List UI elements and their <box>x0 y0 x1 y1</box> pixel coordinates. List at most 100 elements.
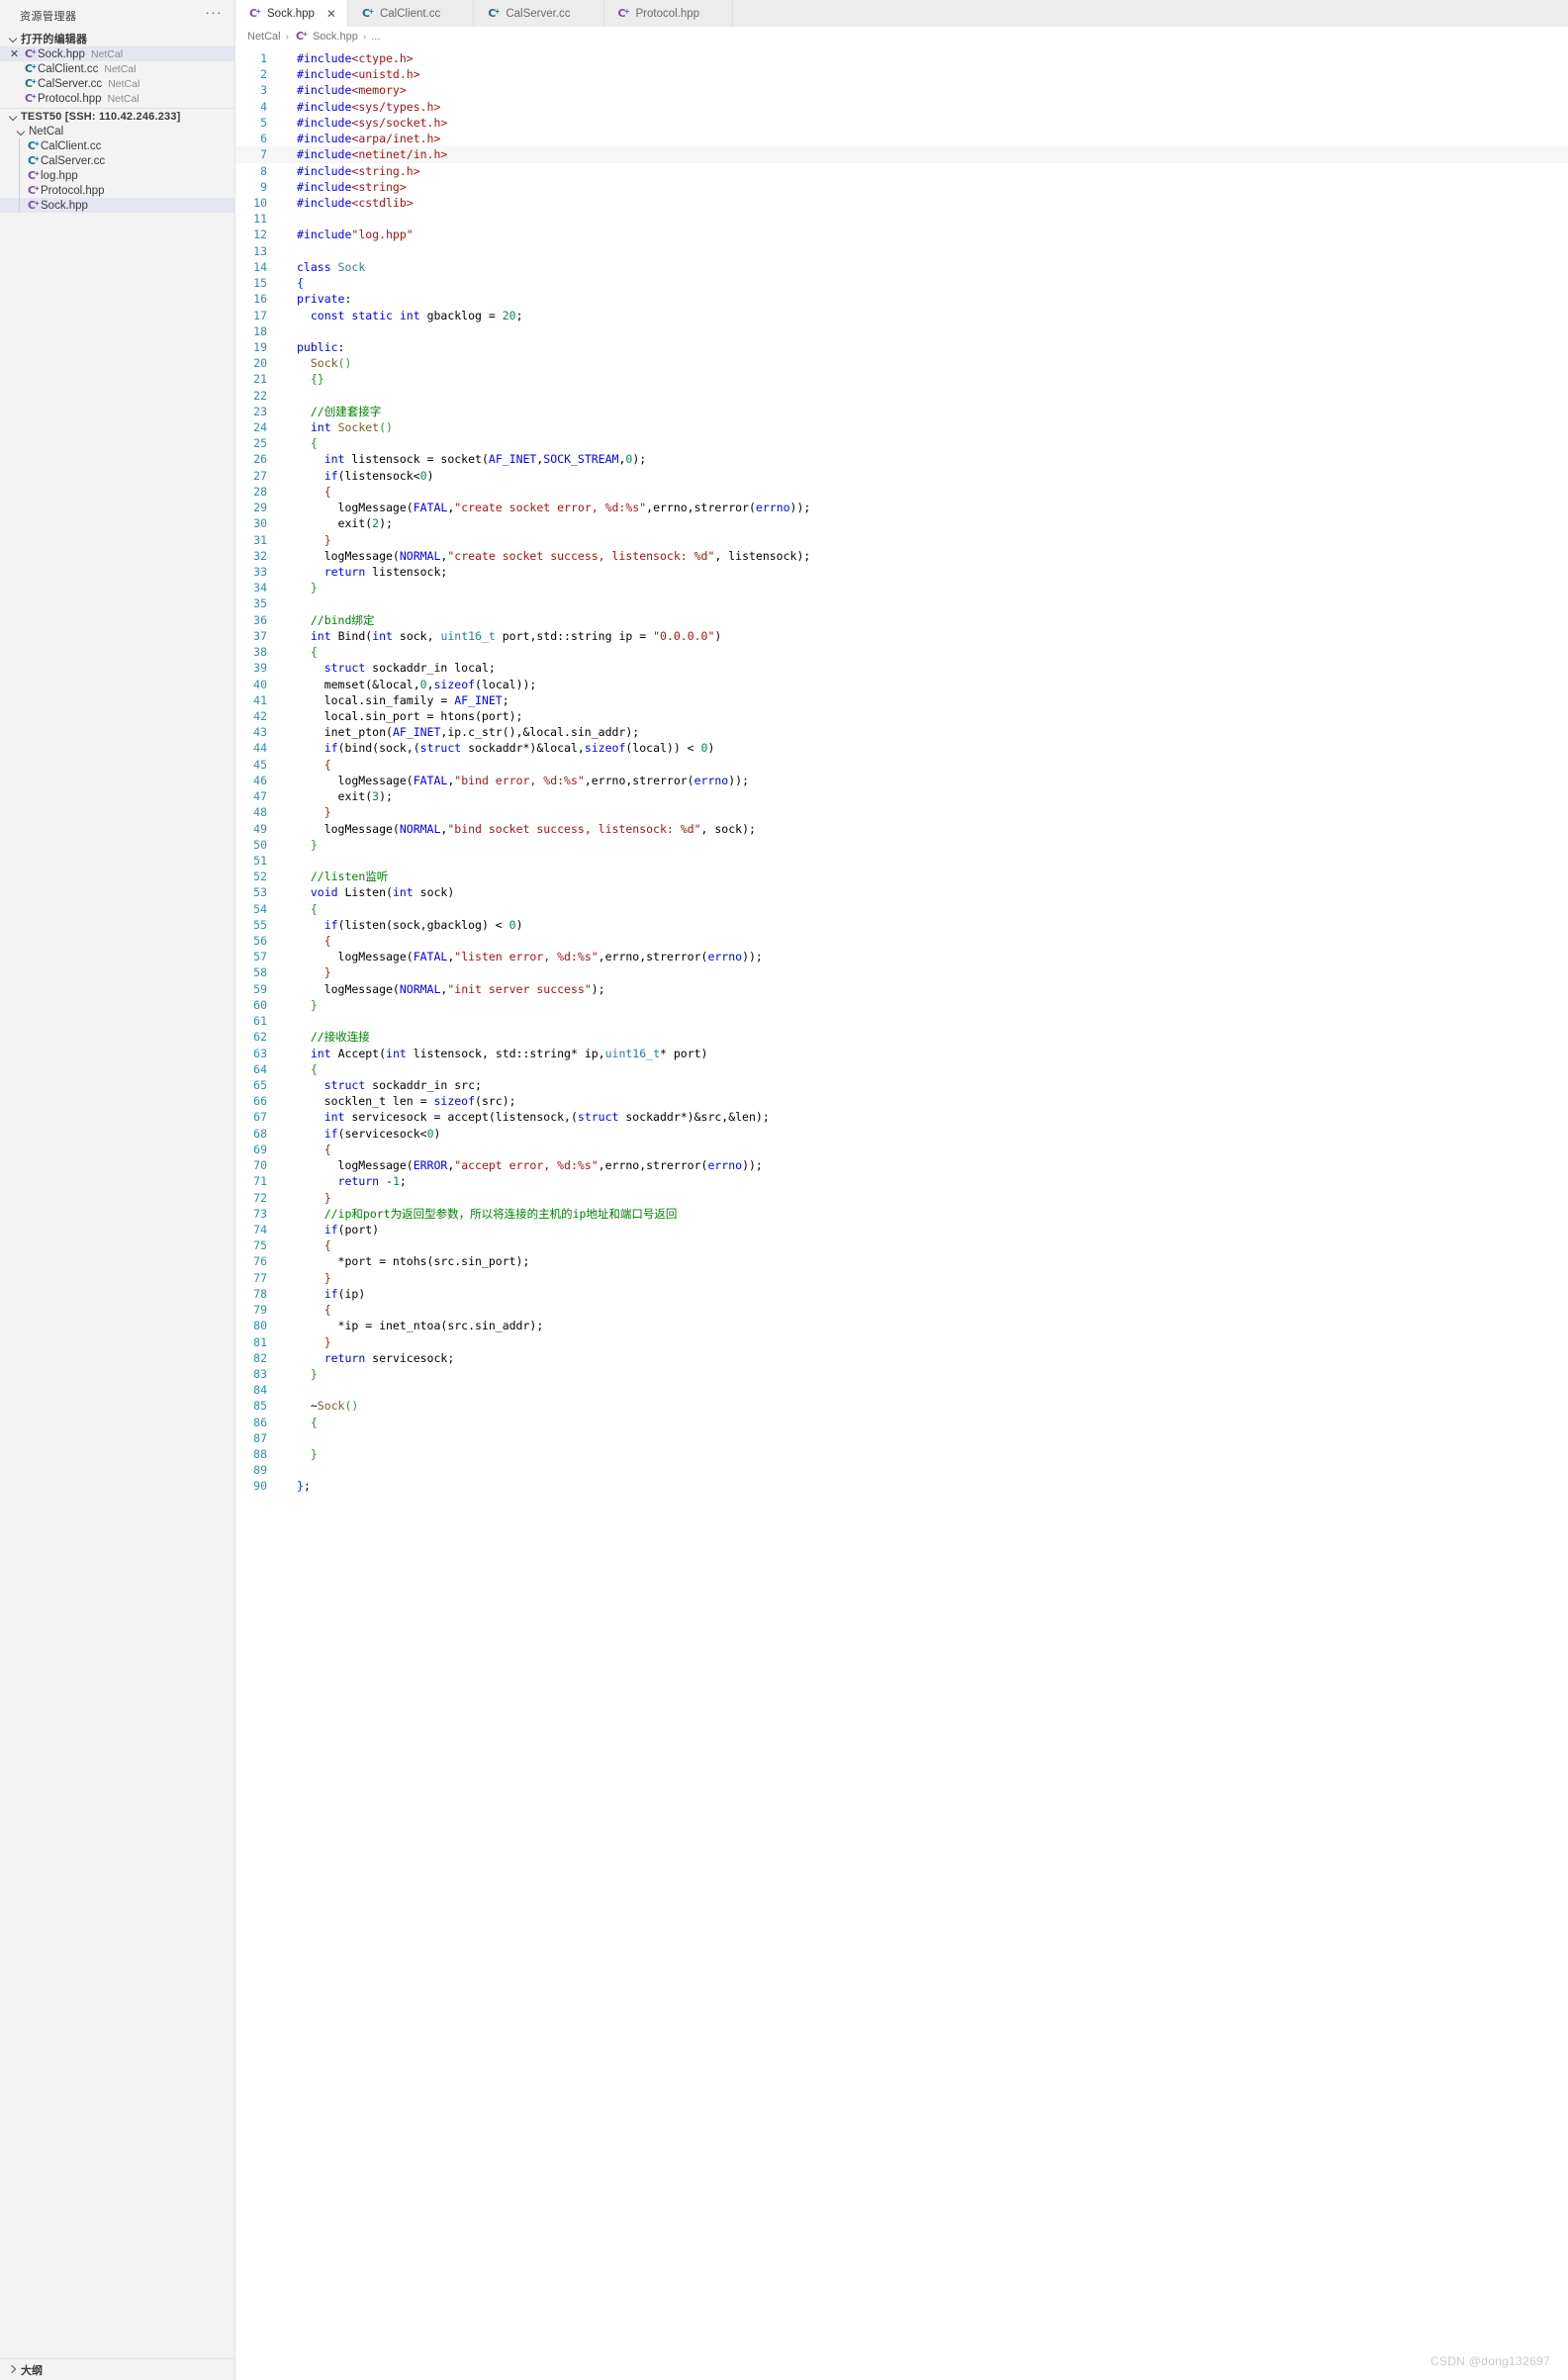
code-line[interactable]: 64 { <box>235 1061 1568 1077</box>
code-line[interactable]: 44 if(bind(sock,(struct sockaddr*)&local… <box>235 740 1568 756</box>
editor-tab[interactable]: CalClient.cc✕ <box>347 0 475 27</box>
code-line[interactable]: 72 } <box>235 1190 1568 1206</box>
code-line[interactable]: 73 //ip和port为返回型参数，所以将连接的主机的ip地址和端口号返回 <box>235 1206 1568 1222</box>
code-line[interactable]: 87 <box>235 1430 1568 1446</box>
code-line[interactable]: 27 if(listensock<0) <box>235 468 1568 484</box>
code-line[interactable]: 59 logMessage(NORMAL,"init server succes… <box>235 981 1568 997</box>
code-line[interactable]: 63 int Accept(int listensock, std::strin… <box>235 1046 1568 1061</box>
file-tree-item[interactable]: log.hpp <box>0 168 234 183</box>
code-line[interactable]: 3 #include<memory> <box>235 82 1568 98</box>
code-line[interactable]: 28 { <box>235 484 1568 500</box>
editor-tab[interactable]: Sock.hpp ✕ <box>235 0 348 27</box>
code-line[interactable]: 89 <box>235 1462 1568 1478</box>
code-line[interactable]: 76 *port = ntohs(src.sin_port); <box>235 1253 1568 1269</box>
close-icon[interactable]: ✕ <box>6 47 23 60</box>
code-line[interactable]: 40 memset(&local,0,sizeof(local)); <box>235 677 1568 692</box>
file-tree-item[interactable]: Sock.hpp <box>0 198 234 213</box>
code-line[interactable]: 25 { <box>235 435 1568 451</box>
file-tree-item[interactable]: Protocol.hpp <box>0 183 234 198</box>
code-line[interactable]: 30 exit(2); <box>235 515 1568 531</box>
code-line[interactable]: 10 #include<cstdlib> <box>235 195 1568 211</box>
code-line[interactable]: 82 return servicesock; <box>235 1350 1568 1366</box>
code-line[interactable]: 2 #include<unistd.h> <box>235 66 1568 82</box>
code-line[interactable]: 36 //bind绑定 <box>235 612 1568 628</box>
code-line[interactable]: 53 void Listen(int sock) <box>235 884 1568 900</box>
open-editor-item[interactable]: CalServer.cc NetCal <box>0 76 234 91</box>
code-line[interactable]: 15 { <box>235 275 1568 291</box>
breadcrumb-item-file[interactable]: Sock.hpp <box>313 31 358 43</box>
code-line[interactable]: 66 socklen_t len = sizeof(src); <box>235 1093 1568 1109</box>
code-line[interactable]: 8 #include<string.h> <box>235 163 1568 179</box>
code-line[interactable]: 26 int listensock = socket(AF_INET,SOCK_… <box>235 451 1568 467</box>
explorer-more-actions-icon[interactable]: ··· <box>206 6 224 23</box>
code-line[interactable]: 7 #include<netinet/in.h> <box>235 146 1568 163</box>
code-line[interactable]: 22 <box>235 388 1568 404</box>
code-line[interactable]: 56 { <box>235 933 1568 949</box>
code-line[interactable]: 12 #include"log.hpp" <box>235 227 1568 242</box>
code-line[interactable]: 48 } <box>235 804 1568 820</box>
tab-close-icon[interactable]: ✕ <box>325 7 337 21</box>
code-editor[interactable]: 1 #include<ctype.h> 2 #include<unistd.h> 3 #i… <box>235 46 1568 2380</box>
code-line[interactable]: 31 } <box>235 532 1568 548</box>
code-line[interactable]: 19 public: <box>235 339 1568 355</box>
code-line[interactable]: 84 <box>235 1382 1568 1398</box>
code-line[interactable]: 42 local.sin_port = htons(port); <box>235 708 1568 724</box>
code-line[interactable]: 20 Sock() <box>235 355 1568 371</box>
code-line[interactable]: 74 if(port) <box>235 1222 1568 1237</box>
code-line[interactable]: 49 logMessage(NORMAL,"bind socket succes… <box>235 821 1568 837</box>
code-line[interactable]: 50 } <box>235 837 1568 853</box>
breadcrumb-item-folder[interactable]: NetCal <box>247 31 281 43</box>
code-line[interactable]: 70 logMessage(ERROR,"accept error, %d:%s… <box>235 1157 1568 1173</box>
code-line[interactable]: 67 int servicesock = accept(listensock,(… <box>235 1109 1568 1125</box>
code-line[interactable]: 39 struct sockaddr_in local; <box>235 660 1568 676</box>
code-line[interactable]: 35 <box>235 595 1568 611</box>
code-line[interactable]: 61 <box>235 1013 1568 1029</box>
code-line[interactable]: 86 { <box>235 1415 1568 1430</box>
open-editor-item[interactable]: CalClient.cc NetCal <box>0 61 234 76</box>
code-line[interactable]: 18 <box>235 323 1568 339</box>
code-line[interactable]: 41 local.sin_family = AF_INET; <box>235 692 1568 708</box>
code-line[interactable]: 58 } <box>235 964 1568 980</box>
code-line[interactable]: 68 if(servicesock<0) <box>235 1126 1568 1142</box>
code-line[interactable]: 24 int Socket() <box>235 419 1568 435</box>
section-outline[interactable]: 大纲 <box>0 2358 234 2380</box>
code-line[interactable]: 5 #include<sys/socket.h> <box>235 115 1568 131</box>
file-tree-item[interactable]: CalServer.cc <box>0 153 234 168</box>
code-line[interactable]: 37 int Bind(int sock, uint16_t port,std:… <box>235 628 1568 644</box>
code-line[interactable]: 83 } <box>235 1366 1568 1382</box>
open-editor-item[interactable]: Protocol.hpp NetCal <box>0 91 234 106</box>
code-line[interactable]: 78 if(ip) <box>235 1286 1568 1302</box>
code-line[interactable]: 23 //创建套接字 <box>235 404 1568 419</box>
breadcrumb-item-symbol[interactable]: ... <box>371 31 380 43</box>
code-line[interactable]: 90}; <box>235 1478 1568 1494</box>
code-line[interactable]: 60 } <box>235 997 1568 1013</box>
code-line[interactable]: 32 logMessage(NORMAL,"create socket succ… <box>235 548 1568 564</box>
code-line[interactable]: 21 {} <box>235 371 1568 387</box>
code-line[interactable]: 85 ~Sock() <box>235 1398 1568 1414</box>
code-line[interactable]: 69 { <box>235 1142 1568 1157</box>
code-line[interactable]: 80 *ip = inet_ntoa(src.sin_addr); <box>235 1318 1568 1333</box>
editor-tab[interactable]: Protocol.hpp✕ <box>603 0 734 27</box>
code-line[interactable]: 51 <box>235 853 1568 869</box>
code-line[interactable]: 77 } <box>235 1270 1568 1286</box>
code-line[interactable]: 62 //接收连接 <box>235 1029 1568 1045</box>
code-line[interactable]: 57 logMessage(FATAL,"listen error, %d:%s… <box>235 949 1568 964</box>
section-open-editors[interactable]: 打开的编辑器 <box>0 31 234 46</box>
code-line[interactable]: 52 //listen监听 <box>235 869 1568 884</box>
code-line[interactable]: 6 #include<arpa/inet.h> <box>235 131 1568 146</box>
code-line[interactable]: 79 { <box>235 1302 1568 1318</box>
code-line[interactable]: 75 { <box>235 1237 1568 1253</box>
code-line[interactable]: 88 } <box>235 1446 1568 1462</box>
code-line[interactable]: 4 #include<sys/types.h> <box>235 99 1568 115</box>
code-line[interactable]: 14 class Sock <box>235 259 1568 275</box>
code-line[interactable]: 9 #include<string> <box>235 179 1568 195</box>
section-workspace-root[interactable]: TEST50 [SSH: 110.42.246.233] <box>0 108 234 124</box>
code-line[interactable]: 54 { <box>235 901 1568 917</box>
code-line[interactable]: 16 private: <box>235 291 1568 307</box>
code-line[interactable]: 11 <box>235 211 1568 227</box>
code-line[interactable]: 45 { <box>235 757 1568 773</box>
code-line[interactable]: 1 #include<ctype.h> <box>235 50 1568 66</box>
code-line[interactable]: 46 logMessage(FATAL,"bind error, %d:%s",… <box>235 773 1568 788</box>
file-tree-item[interactable]: CalClient.cc <box>0 138 234 153</box>
code-line[interactable]: 55 if(listen(sock,gbacklog) < 0) <box>235 917 1568 933</box>
